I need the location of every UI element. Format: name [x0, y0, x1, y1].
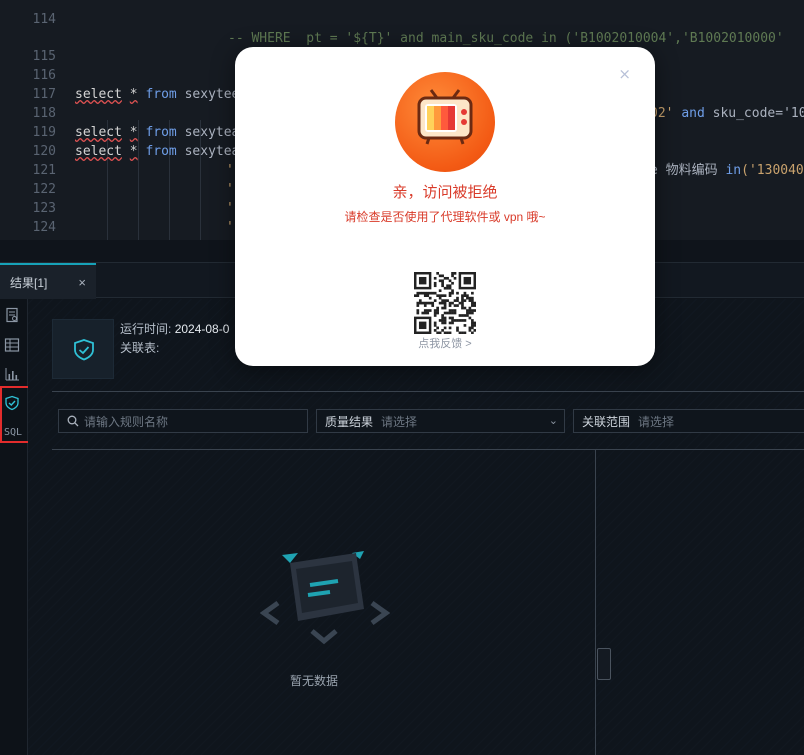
tab-result-1[interactable]: 结果[1] × [0, 263, 96, 299]
access-denied-dialog: × 亲，访问被拒绝 请检查是否使用了代理软件或 vpn 哦~ 点我反馈 > [235, 47, 655, 366]
related-scope-placeholder: 请选择 [638, 414, 675, 429]
line-number: 125 [20, 237, 56, 240]
bar-chart-icon[interactable] [4, 366, 22, 384]
table-icon[interactable] [4, 337, 22, 355]
empty-data-icon [260, 551, 390, 645]
close-icon[interactable]: × [78, 275, 86, 290]
code-line: 114 -- WHERE pt = '${T}' and main_sku_co… [0, 0, 804, 46]
quality-result-placeholder: 请选择 [381, 414, 418, 429]
table-header-line [52, 449, 804, 450]
result-sidebar: SQL [0, 299, 28, 755]
search-placeholder: 请输入规则名称 [84, 414, 169, 429]
tab-label: 结果[1] [10, 275, 48, 290]
column-divider [595, 449, 596, 755]
chevron-down-icon: ⌄ [548, 415, 558, 427]
qr-code-icon[interactable] [414, 272, 476, 334]
quality-result-label: 质量结果 [325, 414, 374, 429]
close-icon[interactable]: × [618, 65, 631, 83]
line-number: 114 [32, 12, 56, 27]
dialog-subtitle: 请检查是否使用了代理软件或 vpn 哦~ [344, 210, 546, 224]
dialog-title: 亲，访问被拒绝 [392, 184, 498, 201]
related-scope-select[interactable]: 关联范围 请选择 [573, 409, 804, 433]
search-input[interactable]: 请输入规则名称 [58, 409, 308, 433]
shield-check-icon [74, 339, 94, 361]
related-scope-label: 关联范围 [582, 414, 631, 429]
empty-text: 暂无数据 [290, 674, 339, 688]
info-card [52, 319, 114, 379]
collapse-handle[interactable] [597, 648, 611, 680]
tv-icon [395, 72, 495, 172]
run-time: 运行时间: 2024-08-0 [120, 322, 230, 336]
feedback-link[interactable]: 点我反馈 > [235, 335, 655, 351]
search-icon [67, 415, 79, 427]
document-icon[interactable] [4, 307, 22, 325]
result-main: 运行时间: 2024-08-0 关联表: 请输入规则名称 质量结果 请选择 ⌄ … [28, 299, 804, 755]
divider [52, 391, 804, 392]
quality-result-select[interactable]: 质量结果 请选择 ⌄ [316, 409, 565, 433]
code-line: 115 [0, 28, 804, 64]
related-table: 关联表: [120, 341, 160, 355]
